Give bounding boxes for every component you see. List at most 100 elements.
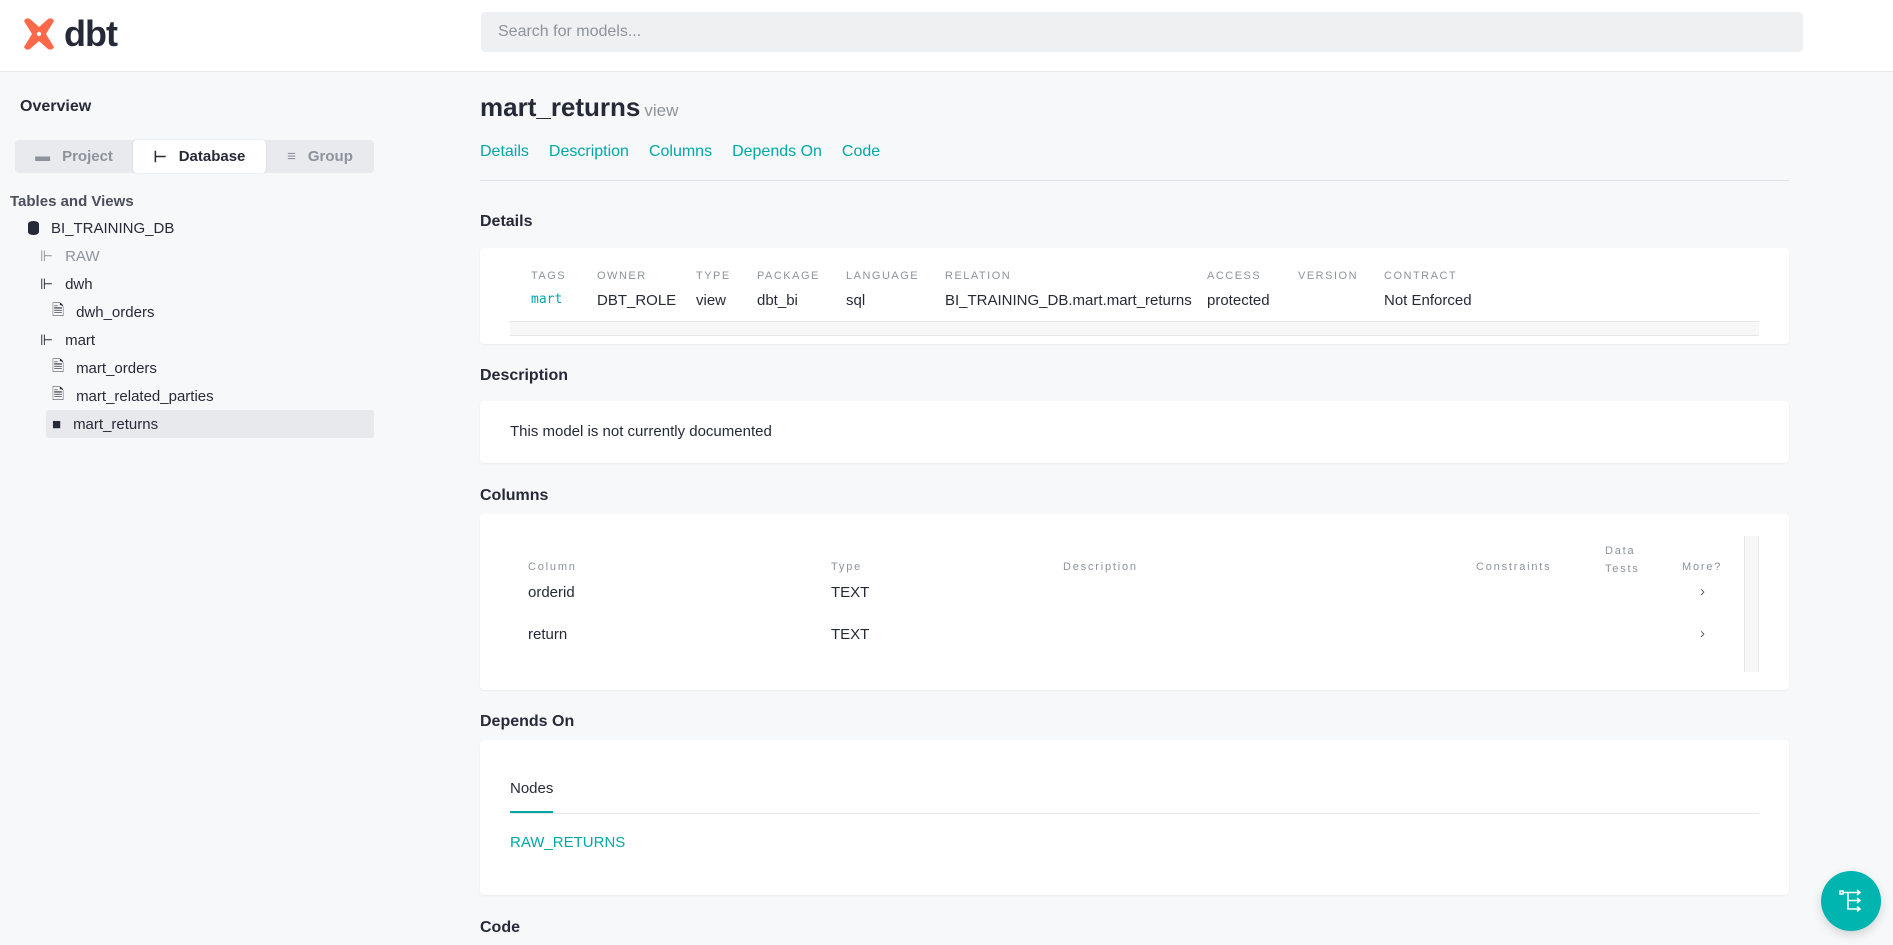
tab-group[interactable]: ≡ Group (266, 140, 374, 173)
tree-label: mart (65, 331, 96, 349)
code-heading: Code (480, 919, 520, 936)
nav-details[interactable]: Details (480, 143, 529, 161)
file-icon: 🗎 (52, 301, 65, 319)
tree-item-schema[interactable]: ⊩ dwh (0, 270, 374, 298)
tag-mart[interactable]: mart (531, 292, 566, 307)
tab-project[interactable]: ▬ Project (15, 140, 133, 173)
detail-owner: Owner DBT_ROLE (597, 270, 676, 309)
nav-depends-on[interactable]: Depends On (732, 143, 822, 161)
details-heading: Details (480, 213, 533, 230)
col-header-data-tests: Data Tests (1605, 545, 1640, 575)
horizontal-scrollbar[interactable] (510, 321, 1759, 336)
detail-label: Package (757, 270, 820, 282)
detail-value: DBT_ROLE (597, 292, 677, 309)
depends-on-card: Nodes RAW_RETURNS (480, 740, 1789, 895)
schema-icon: ⊩ (40, 276, 54, 293)
columns-heading: Columns (480, 487, 549, 504)
detail-label: Relation (945, 270, 1012, 282)
file-icon: 🗎 (52, 357, 65, 375)
detail-label: Contract (1384, 270, 1458, 282)
detail-access: Access protected (1207, 270, 1270, 309)
folder-icon: ▬ (35, 148, 51, 165)
col-header-type: Type (831, 561, 863, 573)
dbt-logo[interactable]: dbt (20, 13, 118, 55)
col-header-column: Column (528, 561, 577, 573)
tree-label: dwh (65, 275, 93, 293)
description-heading: Description (480, 367, 569, 384)
model-kind: view (644, 101, 679, 120)
tree-item-model[interactable]: 🗎 mart_related_parties (0, 382, 374, 410)
tree-item-model[interactable]: 🗎 dwh_orders (0, 298, 374, 326)
chevron-right-icon[interactable]: › (1700, 625, 1705, 642)
tree-item-database[interactable]: BI_TRAINING_DB (0, 214, 374, 242)
database-tree: BI_TRAINING_DB ⊩ RAW ⊩ dwh 🗎 dwh_orders ⊩ ma… (0, 214, 374, 438)
page-title: mart_returns view (480, 92, 678, 123)
column-type: TEXT (831, 584, 870, 601)
search-input[interactable] (481, 12, 1803, 52)
overview-link[interactable]: Overview (20, 98, 91, 116)
tree-label: RAW (65, 247, 100, 265)
database-icon (28, 221, 39, 235)
col-header-description: Description (1063, 561, 1138, 573)
detail-label: Version (1298, 270, 1359, 282)
lineage-icon (1839, 889, 1862, 913)
vertical-scrollbar[interactable] (1744, 536, 1759, 672)
detail-label: Type (696, 270, 731, 282)
tree-item-schema[interactable]: ⊩ RAW (0, 242, 374, 270)
nav-columns[interactable]: Columns (649, 143, 712, 161)
detail-contract: Contract Not Enforced (1384, 270, 1472, 309)
depends-on-heading: Depends On (480, 713, 575, 730)
detail-label: Language (846, 270, 920, 282)
detail-tags: Tags mart (531, 270, 566, 307)
tables-views-heading: Tables and Views (10, 193, 134, 210)
divider (480, 180, 1789, 181)
tree-label: dwh_orders (76, 303, 155, 321)
lineage-graph-button[interactable] (1821, 871, 1881, 931)
file-icon: 🗎 (52, 385, 65, 403)
tree-label: mart_orders (76, 359, 157, 377)
divider (510, 813, 1759, 814)
tab-database[interactable]: ⊢ Database (133, 140, 266, 173)
tree-label: mart_returns (73, 415, 159, 433)
view-switcher: ▬ Project ⊢ Database ≡ Group (15, 140, 374, 173)
description-card: This model is not currently documented (480, 401, 1789, 463)
nav-description[interactable]: Description (549, 143, 629, 161)
detail-value: protected (1207, 292, 1270, 309)
tree-item-schema[interactable]: ⊩ mart (0, 326, 374, 354)
detail-value: Not Enforced (1384, 292, 1472, 309)
detail-version: Version (1298, 270, 1358, 292)
detail-label: Access (1207, 270, 1262, 282)
tab-label: Database (178, 148, 246, 165)
schema-icon: ⊩ (40, 248, 54, 265)
column-name: return (528, 626, 568, 643)
col-header-constraints: Constraints (1476, 561, 1552, 573)
section-nav: Details Description Columns Depends On C… (480, 143, 880, 161)
detail-value: BI_TRAINING_DB.mart.mart_returns (945, 292, 1192, 309)
dbt-logo-icon (24, 18, 54, 50)
tab-label: Group (307, 148, 353, 165)
node-link[interactable]: RAW_RETURNS (510, 834, 625, 851)
detail-package: Package dbt_bi (757, 270, 820, 309)
column-name: orderid (528, 584, 575, 601)
nav-code[interactable]: Code (842, 143, 880, 161)
tree-item-model[interactable]: 🗎 mart_orders (0, 354, 374, 382)
columns-card: Column Type Description Constraints Data… (480, 514, 1789, 690)
tree-icon: ⊢ (153, 148, 167, 166)
tab-nodes[interactable]: Nodes (510, 780, 554, 813)
logo-text: dbt (64, 13, 118, 54)
filter-icon: ≡ (287, 148, 296, 165)
detail-language: Language sql (846, 270, 919, 309)
model-name: mart_returns (480, 92, 641, 122)
tab-label: Project (62, 148, 113, 165)
column-type: TEXT (831, 626, 870, 643)
detail-type: Type view (696, 270, 731, 309)
col-header-more: More? (1682, 561, 1723, 573)
chevron-right-icon[interactable]: › (1700, 583, 1705, 600)
file-icon: ■ (52, 415, 62, 433)
tree-item-model-selected[interactable]: ■ mart_returns (46, 410, 374, 438)
detail-value: dbt_bi (757, 292, 798, 309)
detail-label: Tags (531, 270, 567, 282)
tree-label: mart_related_parties (76, 387, 214, 405)
schema-icon: ⊩ (40, 332, 54, 349)
details-card: Tags mart Owner DBT_ROLE Type view Package d… (480, 248, 1789, 344)
